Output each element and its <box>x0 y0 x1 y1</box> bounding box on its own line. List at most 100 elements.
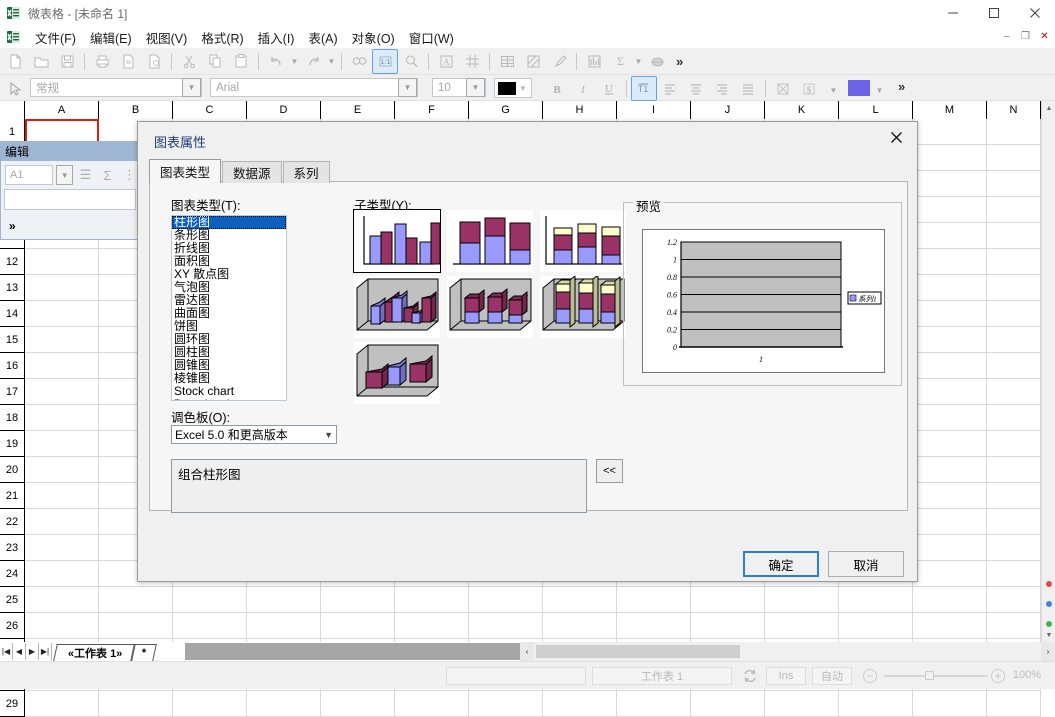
grid-cell[interactable] <box>543 691 617 717</box>
palette-select[interactable]: Excel 5.0 和更高版本 ▼ <box>171 425 337 444</box>
sheet-tab-worksheet1[interactable]: «工作表 1» <box>53 644 135 661</box>
maximize-button[interactable] <box>973 0 1014 26</box>
chevron-down-icon[interactable]: ▼ <box>466 78 485 97</box>
column-header-l[interactable]: L <box>839 101 913 119</box>
undo-dropdown-icon[interactable]: ▼ <box>289 49 300 74</box>
grid-cell[interactable] <box>987 301 1041 327</box>
grid-cell[interactable] <box>987 119 1041 145</box>
zoom-in-button[interactable] <box>988 667 1008 685</box>
row-header[interactable]: 14 <box>0 301 25 327</box>
grid-cell[interactable] <box>247 613 321 639</box>
dialog-close-button[interactable] <box>875 122 917 152</box>
grid-cell[interactable] <box>25 509 99 535</box>
formula-bar[interactable] <box>4 189 136 210</box>
name-box[interactable]: A1 <box>5 165 53 185</box>
zoom-slider-track[interactable] <box>884 675 988 677</box>
grid-cell[interactable] <box>913 353 987 379</box>
column-header-c[interactable]: C <box>173 101 247 119</box>
grid-cell[interactable] <box>617 691 691 717</box>
text-orientation-icon[interactable]: T1 <box>631 76 657 101</box>
grid-cell[interactable] <box>25 301 99 327</box>
new-document-icon[interactable] <box>2 49 28 74</box>
grid-cell[interactable] <box>987 353 1041 379</box>
grid-cell[interactable] <box>691 613 765 639</box>
grid-cell[interactable] <box>25 561 99 587</box>
scroll-up-icon[interactable]: ▲ <box>1042 101 1055 115</box>
grid-cell[interactable] <box>913 691 987 717</box>
grid-cell[interactable] <box>987 405 1041 431</box>
grid-cell[interactable] <box>395 691 469 717</box>
grid-cell[interactable] <box>913 587 987 613</box>
grid-cell[interactable] <box>543 587 617 613</box>
grid-cell[interactable] <box>25 587 99 613</box>
subtype-column-3d[interactable] <box>354 342 440 404</box>
grid-cell[interactable] <box>25 353 99 379</box>
chevron-down-icon[interactable]: ▼ <box>182 78 201 97</box>
3d-object-icon[interactable] <box>644 49 670 74</box>
sum-icon[interactable]: Σ <box>98 165 117 185</box>
align-center-icon[interactable] <box>683 76 709 101</box>
grid-cell[interactable] <box>25 327 99 353</box>
edit-palette-overflow-icon[interactable]: » <box>1 213 139 239</box>
underline-icon[interactable]: U <box>596 76 622 101</box>
prev-sheet-button[interactable]: ◀ <box>13 643 26 660</box>
column-header-b[interactable]: B <box>99 101 173 119</box>
row-header[interactable]: 12 <box>0 249 25 275</box>
column-header-j[interactable]: J <box>691 101 765 119</box>
subtype-stacked-column-3d[interactable] <box>447 276 533 338</box>
vertical-scrollbar[interactable]: ▲ ▼ <box>1041 101 1055 642</box>
column-header-i[interactable]: I <box>617 101 691 119</box>
text-color-button[interactable]: ▼ <box>494 78 532 98</box>
pointer-icon[interactable] <box>2 76 28 101</box>
subtype-stacked-column[interactable] <box>447 210 533 272</box>
redo-icon[interactable] <box>300 49 326 74</box>
row-header[interactable]: 20 <box>0 457 25 483</box>
hatch-fill-icon[interactable] <box>520 49 546 74</box>
row-header[interactable]: 19 <box>0 431 25 457</box>
last-sheet-button[interactable]: ▶| <box>39 643 52 660</box>
grid-cell[interactable] <box>25 249 99 275</box>
grid-settings-icon[interactable] <box>459 49 485 74</box>
grid-cell[interactable] <box>987 249 1041 275</box>
grid-cell[interactable] <box>987 561 1041 587</box>
brush-icon[interactable] <box>546 49 572 74</box>
grid-cell[interactable] <box>987 145 1041 171</box>
grid-cell[interactable] <box>173 691 247 717</box>
hscroll-thumb[interactable] <box>536 645 740 658</box>
grid-cell[interactable] <box>913 119 987 145</box>
undo-icon[interactable] <box>263 49 289 74</box>
menu-edit[interactable]: 编辑(E) <box>83 26 139 49</box>
grid-cell[interactable] <box>247 691 321 717</box>
name-box-chevron-down-icon[interactable]: ▼ <box>56 165 73 185</box>
menu-object[interactable]: 对象(O) <box>345 26 402 49</box>
grid-cell[interactable] <box>469 691 543 717</box>
grid-cell[interactable] <box>321 613 395 639</box>
horizontal-scrollbar[interactable]: ‹ › <box>520 642 1055 661</box>
hscroll-left-icon[interactable]: ‹ <box>520 642 534 661</box>
grid-cell[interactable] <box>987 587 1041 613</box>
next-sheet-button[interactable]: ▶ <box>26 643 39 660</box>
font-size-combo[interactable]: 10 ▼ <box>432 78 486 97</box>
grid-cell[interactable] <box>25 535 99 561</box>
grid-cell[interactable] <box>987 457 1041 483</box>
row-header[interactable]: 18 <box>0 405 25 431</box>
column-chart-icon[interactable] <box>581 49 607 74</box>
column-header-n[interactable]: N <box>987 101 1041 119</box>
menu-sheet[interactable]: 表(A) <box>301 26 344 49</box>
column-header-g[interactable]: G <box>469 101 543 119</box>
grid-cell[interactable] <box>913 327 987 353</box>
menu-format[interactable]: 格式(R) <box>194 26 250 49</box>
column-header-m[interactable]: M <box>913 101 987 119</box>
tab-data-source[interactable]: 数据源 <box>222 161 282 183</box>
zoom-icon[interactable] <box>398 49 424 74</box>
font-color-dropdown-icon[interactable]: ▼ <box>828 78 839 103</box>
grid-cell[interactable] <box>25 691 99 717</box>
close-button[interactable] <box>1014 0 1055 26</box>
grid-cell[interactable] <box>987 171 1041 197</box>
grid-cell[interactable] <box>987 327 1041 353</box>
grid-cell[interactable] <box>913 483 987 509</box>
row-header[interactable]: 15 <box>0 327 25 353</box>
grid-cell[interactable] <box>25 431 99 457</box>
grid-cell[interactable] <box>913 535 987 561</box>
row-header[interactable]: 22 <box>0 509 25 535</box>
